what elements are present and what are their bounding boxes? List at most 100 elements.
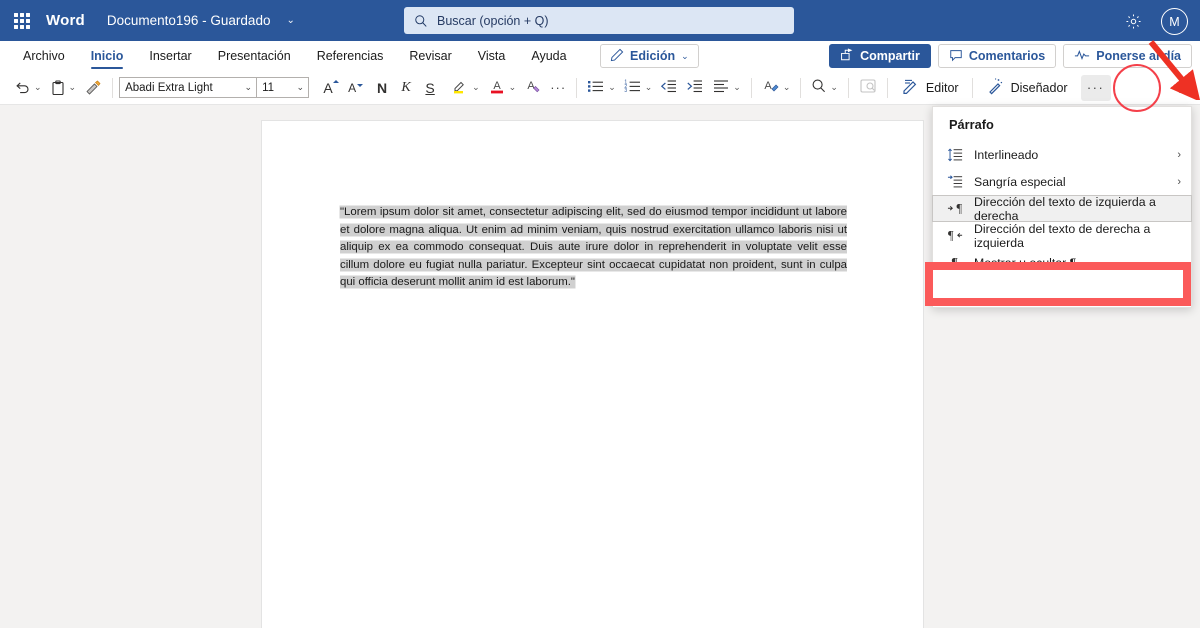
clear-formatting-button[interactable]: A — [520, 75, 546, 101]
format-painter-button[interactable] — [80, 75, 106, 101]
document-page[interactable]: "Lorem ipsum dolor sit amet, consectetur… — [261, 120, 924, 628]
menu-item-ltr-direction[interactable]: ¶ Dirección del texto de izquierda a der… — [932, 195, 1192, 223]
designer-button[interactable]: Diseñador — [979, 75, 1075, 101]
document-title-chevron-icon[interactable]: ⌄ — [286, 15, 294, 26]
menu-item-show-hide-marks[interactable]: ¶ Mostrar u ocultar ¶ — [933, 249, 1191, 276]
dictate-icon — [859, 77, 877, 98]
italic-label: K — [401, 79, 411, 95]
tab-archivo[interactable]: Archivo — [10, 41, 78, 71]
formatting-toolbar: ⌄ ⌄ Abadi Extra Light ⌄ 11 ⌄ A A N K S ⌄… — [0, 71, 1200, 105]
ribbon-right-actions: Compartir Comentarios Ponerse al día — [829, 44, 1192, 68]
paragraph-overflow-menu: Párrafo Interlineado › Sangría especial … — [932, 106, 1192, 308]
svg-text:A: A — [764, 80, 772, 92]
svg-text:¶: ¶ — [951, 255, 957, 270]
editing-mode-label: Edición — [630, 49, 676, 63]
editor-label: Editor — [925, 80, 959, 95]
chevron-down-icon[interactable]: ⌄ — [783, 82, 791, 93]
increase-indent-button[interactable] — [682, 75, 708, 101]
title-bar: Word Documento196 - Guardado ⌄ Buscar (o… — [0, 0, 1200, 41]
underline-label: S — [425, 79, 435, 96]
italic-button[interactable]: K — [394, 75, 418, 101]
app-launcher-icon[interactable] — [14, 12, 30, 29]
comments-label: Comentarios — [968, 49, 1046, 63]
svg-text:¶: ¶ — [956, 202, 962, 216]
paste-button[interactable]: ⌄ — [46, 75, 81, 101]
selected-text[interactable]: "Lorem ipsum dolor sit amet, consectetur… — [340, 206, 847, 289]
tab-vista[interactable]: Vista — [465, 41, 519, 71]
toolbar-divider — [800, 77, 802, 98]
more-font-options-label: ··· — [550, 80, 567, 95]
app-name: Word — [46, 12, 85, 29]
clear-formatting-icon: A — [524, 77, 542, 98]
gear-icon[interactable] — [1122, 10, 1144, 32]
search-icon — [414, 14, 428, 28]
ltr-text-direction-icon: ¶ — [944, 201, 966, 216]
editing-mode-button[interactable]: Edición ⌄ — [600, 44, 699, 68]
menu-item-sangria-especial[interactable]: Sangría especial › — [933, 168, 1191, 195]
find-button[interactable]: ⌄ — [807, 75, 842, 101]
chevron-down-icon[interactable]: ⌄ — [733, 82, 741, 93]
svg-text:¶: ¶ — [947, 229, 953, 243]
tab-revisar[interactable]: Revisar — [396, 41, 464, 71]
comments-button[interactable]: Comentarios — [937, 44, 1057, 68]
toolbar-divider — [971, 77, 973, 98]
align-left-icon — [712, 78, 730, 97]
toolbar-divider — [112, 77, 114, 98]
text-highlight-button[interactable]: ⌄ — [447, 75, 484, 101]
menu-item-paragraph-options[interactable]: ¶ Opciones de párrafo... — [933, 276, 1191, 303]
menu-item-rtl-direction[interactable]: ¶ Dirección del texto de derecha a izqui… — [933, 222, 1191, 250]
bullet-list-button[interactable]: ⌄ — [583, 75, 620, 101]
underline-button[interactable]: S — [418, 75, 442, 101]
font-name-select[interactable]: Abadi Extra Light ⌄ — [119, 77, 258, 98]
undo-button[interactable]: ⌄ — [10, 75, 46, 101]
font-size-value: 11 — [262, 81, 275, 94]
chevron-down-icon[interactable]: ⌄ — [608, 82, 616, 93]
share-button[interactable]: Compartir — [829, 44, 931, 68]
editor-button[interactable]: Editor — [894, 75, 966, 101]
more-options-button[interactable]: ··· — [1080, 74, 1111, 101]
chevron-down-icon[interactable]: ⌄ — [509, 82, 517, 93]
styles-button[interactable]: A ⌄ — [758, 75, 795, 101]
tab-inicio[interactable]: Inicio — [78, 41, 137, 71]
more-font-options-button[interactable]: ··· — [546, 75, 570, 101]
ribbon-collapse-button[interactable]: ⌄ — [1168, 75, 1192, 101]
numbered-list-button[interactable]: 123 ⌄ — [620, 75, 657, 101]
pencil-icon — [610, 48, 624, 65]
chevron-down-icon[interactable]: ⌄ — [830, 82, 838, 93]
bold-button[interactable]: N — [370, 75, 394, 101]
font-size-select[interactable]: 11 ⌄ — [257, 77, 310, 98]
text-highlight-icon — [451, 77, 469, 98]
catch-up-label: Ponerse al día — [1096, 49, 1181, 63]
tab-insertar[interactable]: Insertar — [136, 41, 204, 71]
search-box[interactable]: Buscar (opción + Q) — [404, 7, 794, 34]
chevron-down-icon[interactable]: ⌄ — [69, 82, 77, 93]
pilcrow-icon: ¶ — [944, 255, 966, 270]
document-paragraph[interactable]: "Lorem ipsum dolor sit amet, consectetur… — [340, 204, 847, 292]
increase-indent-icon — [686, 78, 704, 97]
chevron-down-icon[interactable]: ⌄ — [645, 82, 653, 93]
chevron-down-icon[interactable]: ⌄ — [34, 82, 42, 93]
avatar[interactable]: M — [1161, 8, 1188, 35]
editor-icon — [901, 77, 919, 98]
designer-wand-icon — [986, 77, 1004, 98]
chevron-down-icon[interactable]: ⌄ — [472, 82, 480, 93]
svg-text:A: A — [528, 80, 536, 92]
catch-up-button[interactable]: Ponerse al día — [1063, 44, 1192, 68]
word-online-window: Word Documento196 - Guardado ⌄ Buscar (o… — [0, 0, 1200, 628]
document-title[interactable]: Documento196 - Guardado — [107, 13, 271, 28]
menu-item-label: Interlineado — [974, 147, 1039, 162]
menu-item-interlineado[interactable]: Interlineado › — [933, 141, 1191, 168]
tab-referencias[interactable]: Referencias — [304, 41, 397, 71]
shrink-font-button[interactable]: A — [340, 75, 364, 101]
align-button[interactable]: ⌄ — [708, 75, 745, 101]
decrease-indent-icon — [660, 78, 678, 97]
font-name-value: Abadi Extra Light — [125, 81, 213, 94]
special-indent-icon — [944, 174, 966, 190]
tab-ayuda[interactable]: Ayuda — [518, 41, 579, 71]
grow-font-button[interactable]: A — [316, 75, 340, 101]
font-color-button[interactable]: A ⌄ — [484, 75, 521, 101]
dictate-button[interactable] — [855, 75, 881, 101]
decrease-indent-button[interactable] — [656, 75, 682, 101]
tab-presentacion[interactable]: Presentación — [205, 41, 304, 71]
line-spacing-icon — [944, 147, 966, 163]
